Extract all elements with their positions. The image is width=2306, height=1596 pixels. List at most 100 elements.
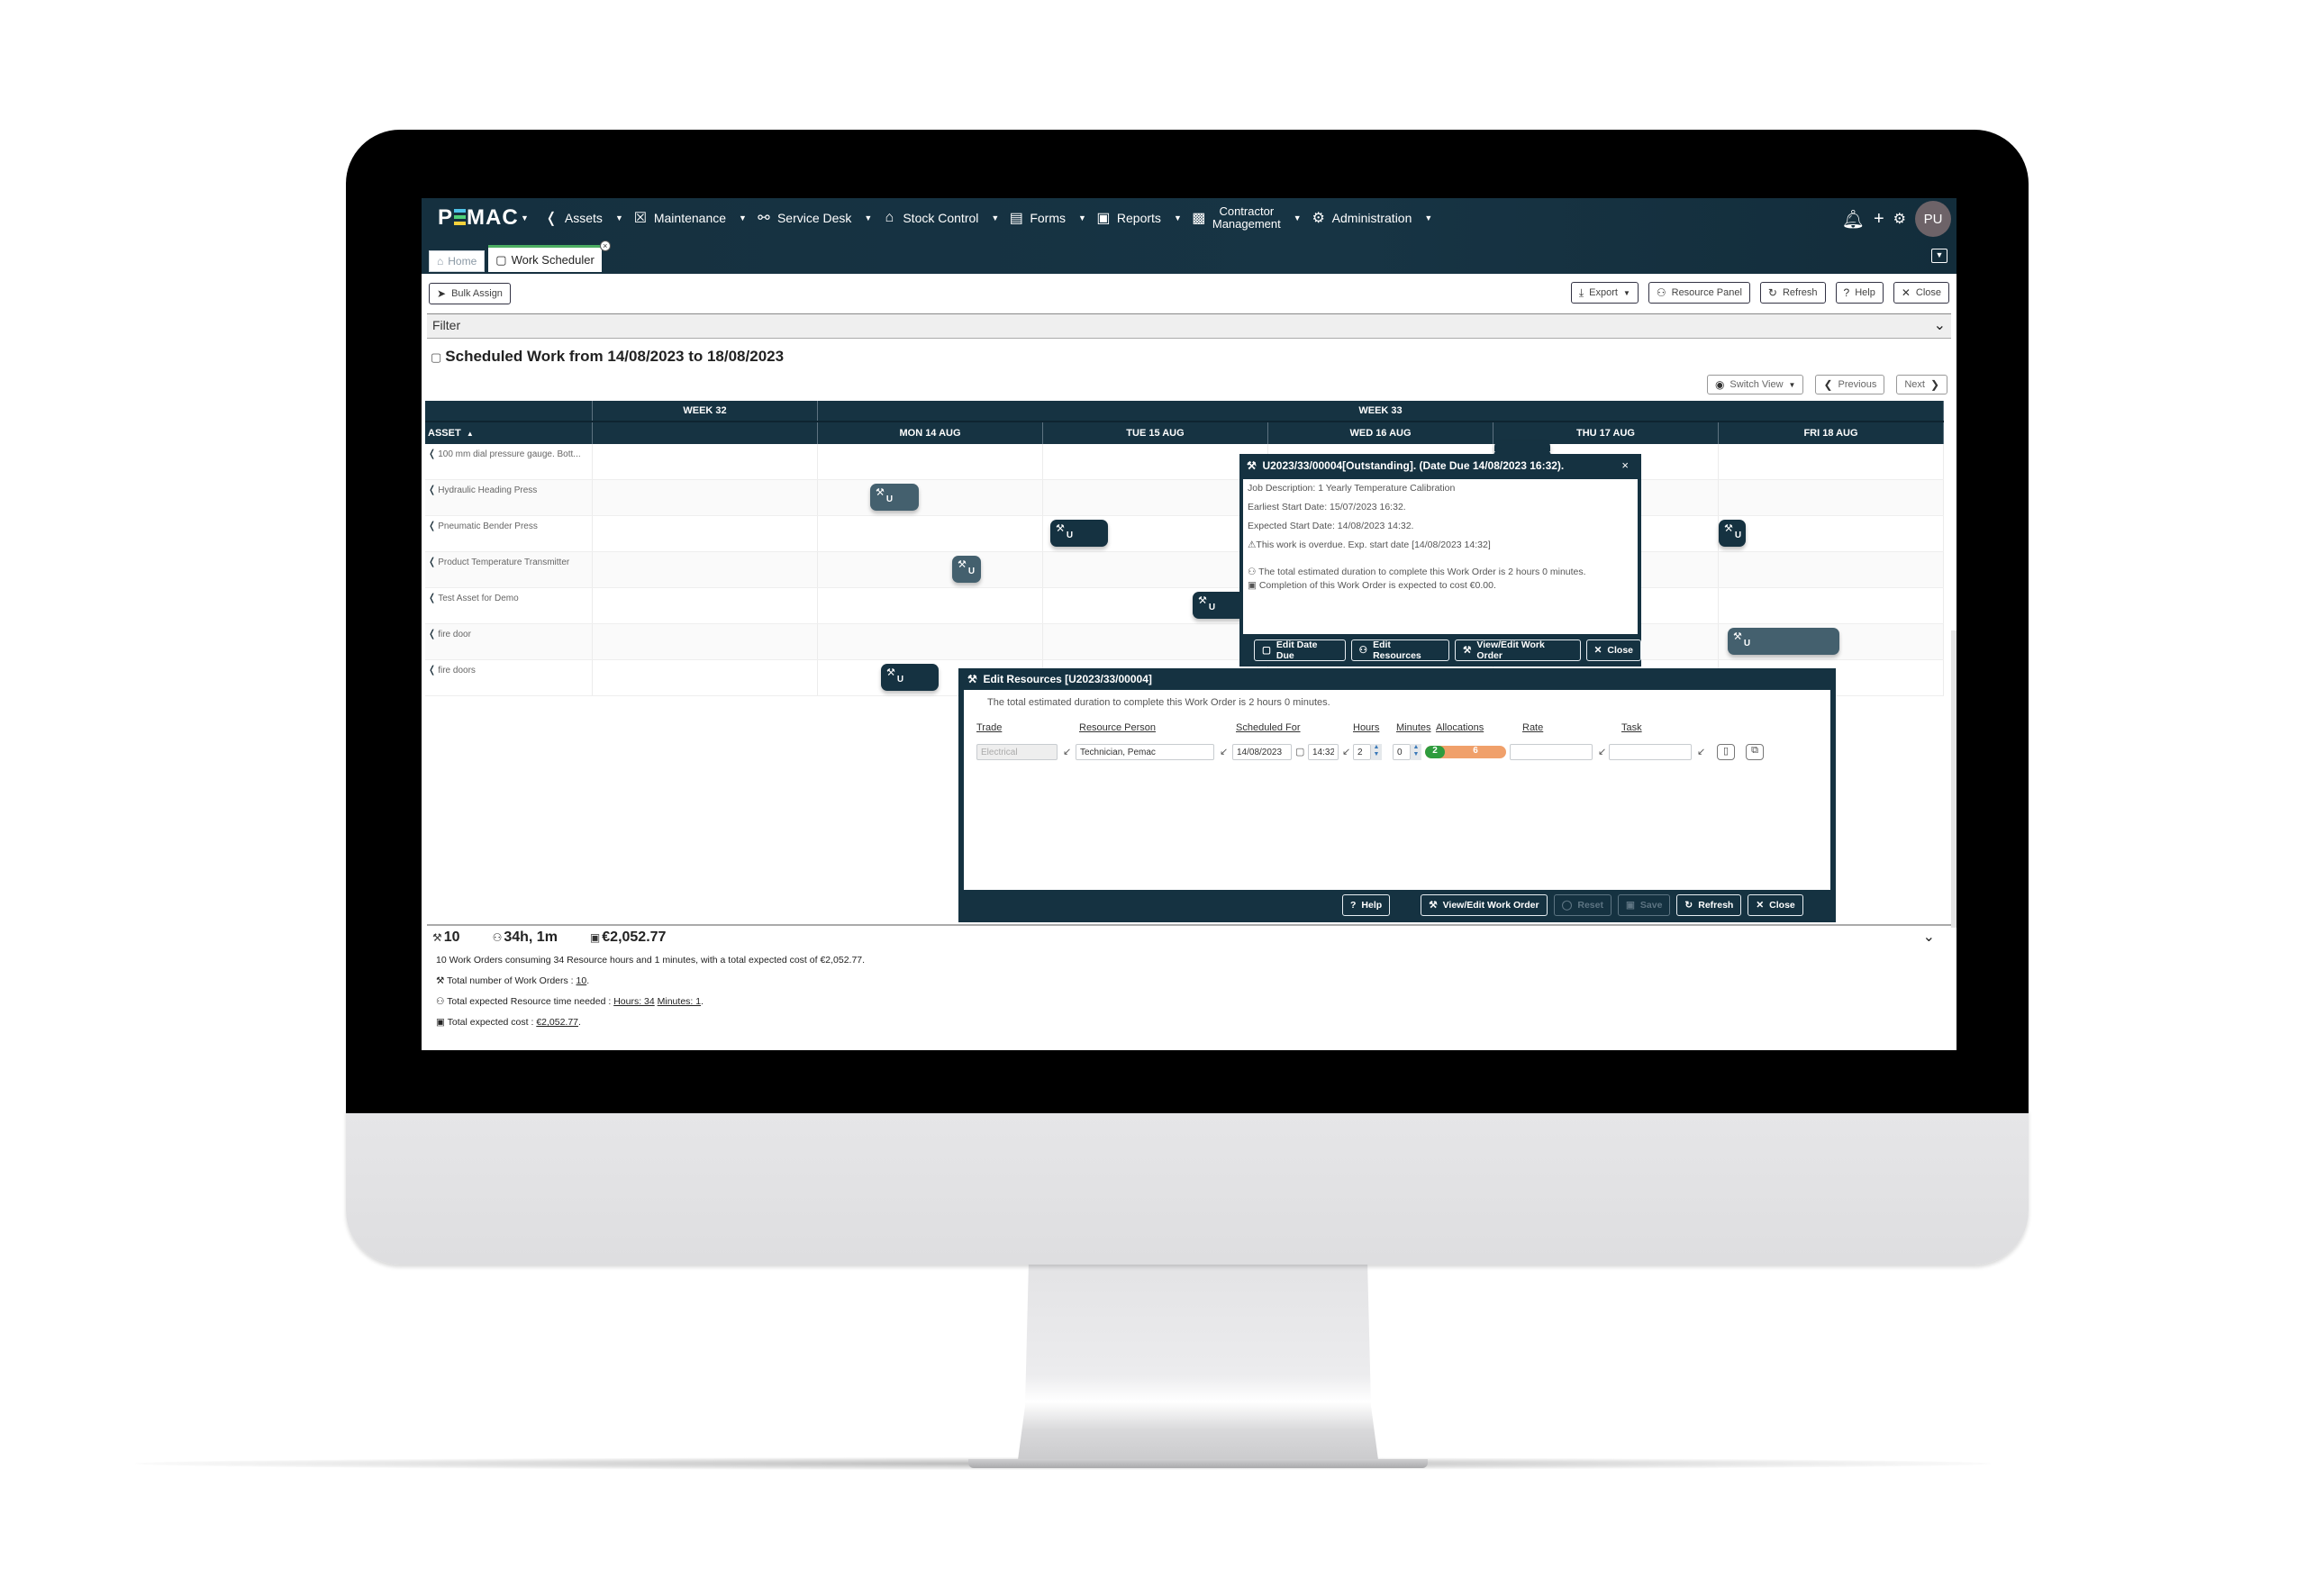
- table-row: ❬ Test Asset for Demo ⚒U: [425, 588, 1944, 624]
- work-order-block[interactable]: ⚒U: [1728, 628, 1839, 655]
- scheduled-time-field[interactable]: [1308, 744, 1339, 760]
- resource-panel-button[interactable]: ⚇ Resource Panel: [1648, 282, 1750, 304]
- resource-person-field[interactable]: [1076, 744, 1214, 760]
- robot-arm-icon: ❬: [428, 485, 437, 495]
- close-tab-icon[interactable]: ×: [599, 240, 611, 251]
- wo-count-link[interactable]: 10: [576, 975, 587, 986]
- dialog-save-button[interactable]: ▣ Save: [1617, 894, 1671, 916]
- chevron-down-icon: ▼: [1077, 213, 1086, 222]
- reports-icon: ▣: [1096, 211, 1111, 226]
- export-button[interactable]: ⤓ Export ▼: [1570, 282, 1639, 304]
- cost-link[interactable]: €2,052.77: [536, 1017, 578, 1028]
- asset-cell[interactable]: ❬ Pneumatic Bender Press: [425, 516, 593, 551]
- work-order-block[interactable]: ⚒U: [881, 664, 939, 691]
- previous-button[interactable]: ❮ Previous: [1815, 375, 1885, 394]
- toolbar-left: ➤ Bulk Assign: [429, 283, 511, 304]
- nav-contractor-management[interactable]: ▩ Contractor Management ▼: [1191, 205, 1301, 231]
- link-icon[interactable]: ↙: [1342, 746, 1350, 757]
- asset-cell[interactable]: ❬ 100 mm dial pressure gauge. Bott...: [425, 444, 593, 479]
- refresh-button[interactable]: ↻ Refresh: [1759, 282, 1826, 304]
- minutes-link[interactable]: Minutes: 1: [658, 996, 701, 1007]
- scheduled-date-field[interactable]: [1232, 744, 1292, 760]
- delete-row-button[interactable]: ▯: [1717, 744, 1735, 760]
- avatar[interactable]: PU: [1915, 201, 1951, 237]
- nav-service-desk[interactable]: ⚯ Service Desk ▼: [756, 209, 872, 227]
- asset-cell[interactable]: ❬ Test Asset for Demo: [425, 588, 593, 623]
- link-icon[interactable]: ↙: [1598, 746, 1606, 757]
- tab-work-scheduler[interactable]: ▢ Work Scheduler ×: [488, 240, 611, 272]
- help-button[interactable]: ? Help: [1835, 282, 1884, 304]
- link-icon[interactable]: ↙: [1063, 746, 1071, 757]
- dialog-help-button[interactable]: ? Help: [1342, 894, 1391, 916]
- column-scheduled-for[interactable]: Scheduled For: [1236, 722, 1301, 733]
- hours-link[interactable]: Hours: 34: [613, 996, 655, 1007]
- nav-administration[interactable]: ⚙ Administration ▼: [1311, 209, 1433, 227]
- asset-cell[interactable]: ❬ Hydraulic Heading Press: [425, 480, 593, 515]
- filter-bar[interactable]: Filter ⌄: [427, 313, 1951, 339]
- column-resource-person[interactable]: Resource Person: [1079, 722, 1156, 733]
- user-settings-icon[interactable]: ⚙: [1893, 210, 1906, 228]
- link-icon[interactable]: ↙: [1697, 746, 1705, 757]
- dialog-reset-button[interactable]: ◯ Reset: [1553, 894, 1611, 916]
- asset-cell[interactable]: ❬ fire doors: [425, 660, 593, 695]
- hours-stepper[interactable]: ▲ ▼: [1371, 744, 1382, 760]
- tools-icon: ⚒: [876, 487, 885, 498]
- allocation-green: 2: [1425, 746, 1445, 758]
- summary-sentence: 10 Work Orders consuming 34 Resource hou…: [436, 955, 866, 966]
- work-order-block[interactable]: ⚒U: [1050, 520, 1108, 547]
- bulk-assign-button[interactable]: ➤ Bulk Assign: [429, 283, 511, 304]
- collapse-header-button[interactable]: ▼: [1931, 249, 1947, 263]
- calendar-icon: ▢: [495, 252, 507, 267]
- nav-assets[interactable]: ❬ Assets ▼: [543, 209, 623, 227]
- robot-arm-icon: ❬: [428, 557, 437, 567]
- edit-date-due-button[interactable]: ▢ Edit Date Due: [1254, 639, 1346, 661]
- view-edit-work-order-button[interactable]: ⚒ View/Edit Work Order: [1454, 639, 1581, 661]
- work-order-block[interactable]: ⚒U: [952, 556, 981, 583]
- nav-stock-control[interactable]: ⌂ Stock Control ▼: [881, 210, 1000, 226]
- dialog-refresh-button[interactable]: ↻ Refresh: [1676, 894, 1742, 916]
- next-button[interactable]: Next ❯: [1896, 375, 1947, 394]
- logo-dropdown-caret[interactable]: ▼: [521, 213, 529, 222]
- work-order-block[interactable]: ⚒U: [870, 484, 919, 511]
- copy-row-button[interactable]: ⧉: [1746, 744, 1764, 760]
- asset-column-header[interactable]: ASSET ▲: [425, 422, 593, 444]
- chevron-down-icon[interactable]: ⌄: [1923, 928, 1935, 946]
- chevron-down-icon[interactable]: ⌄: [1934, 316, 1946, 334]
- minutes-stepper[interactable]: ▲ ▼: [1411, 744, 1421, 760]
- trade-field[interactable]: [976, 744, 1058, 760]
- dialog-view-edit-button[interactable]: ⚒ View/Edit Work Order: [1421, 894, 1548, 916]
- dialog-close-button[interactable]: ✕ Close: [1748, 894, 1803, 916]
- column-rate[interactable]: Rate: [1522, 722, 1543, 733]
- work-order-block[interactable]: ⚒U: [1719, 520, 1746, 547]
- edit-resources-button[interactable]: ⚇ Edit Resources: [1350, 639, 1449, 661]
- nav-reports[interactable]: ▣ Reports ▼: [1095, 209, 1182, 227]
- hours-field[interactable]: [1353, 744, 1371, 760]
- close-icon[interactable]: ×: [1621, 458, 1629, 472]
- asset-cell[interactable]: ❬ Product Temperature Transmitter: [425, 552, 593, 587]
- bell-icon[interactable]: 🔔︎: [1842, 208, 1865, 231]
- column-task[interactable]: Task: [1621, 722, 1642, 733]
- column-allocations[interactable]: Allocations: [1436, 722, 1484, 733]
- plus-icon[interactable]: +: [1874, 209, 1884, 230]
- column-hours[interactable]: Hours: [1353, 722, 1379, 733]
- pemac-logo[interactable]: P MAC: [438, 205, 519, 231]
- minutes-field[interactable]: [1393, 744, 1411, 760]
- close-button[interactable]: ✕ Close: [1893, 282, 1949, 304]
- column-trade[interactable]: Trade: [976, 722, 1002, 733]
- task-field[interactable]: [1609, 744, 1692, 760]
- popup-close-button[interactable]: ✕ Close: [1585, 639, 1641, 661]
- view-navigation: ◉ Switch View ▼ ❮ Previous Next ❯: [1706, 375, 1947, 394]
- users-icon: ⚇: [1248, 567, 1257, 577]
- column-minutes[interactable]: Minutes: [1396, 722, 1431, 733]
- switch-view-button[interactable]: ◉ Switch View ▼: [1706, 375, 1804, 394]
- rate-field[interactable]: [1510, 744, 1593, 760]
- asset-cell[interactable]: ❬ fire door: [425, 624, 593, 659]
- marketing-stage: P MAC ▼ ❬ Assets ▼ ☒ Maintenance ▼ ⚯ Service D…: [0, 0, 2306, 1596]
- link-icon[interactable]: ↙: [1220, 746, 1228, 757]
- tab-home[interactable]: ⌂ Home: [429, 250, 486, 272]
- resource-column-headers: Trade Resource Person Scheduled For Hour…: [976, 722, 1818, 739]
- nav-forms[interactable]: ▤ Forms ▼: [1008, 209, 1086, 227]
- vertical-scrollbar[interactable]: [1951, 630, 1956, 928]
- nav-maintenance[interactable]: ☒ Maintenance ▼: [632, 209, 747, 227]
- calendar-icon[interactable]: ▢: [1295, 746, 1304, 757]
